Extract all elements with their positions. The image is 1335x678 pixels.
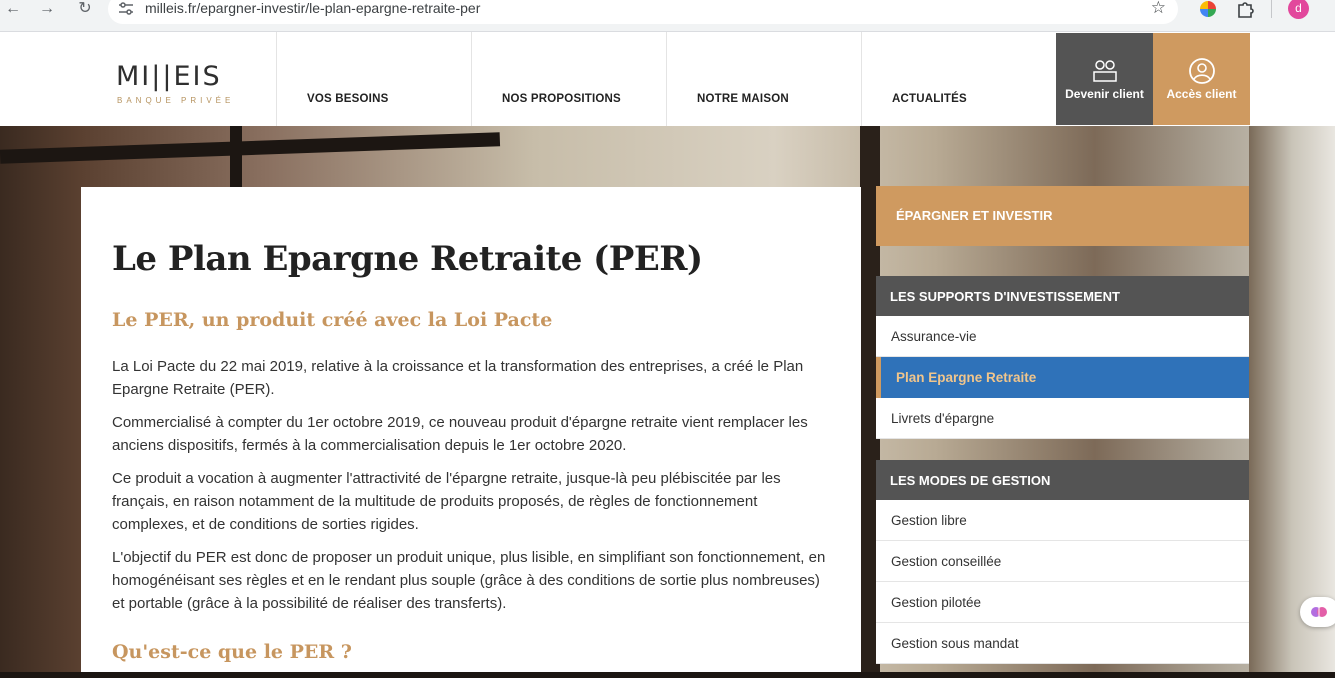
page-title: Le Plan Epargne Retraite (PER) <box>112 239 703 279</box>
sidebar-item-gestion-conseillee[interactable]: Gestion conseillée <box>876 541 1249 582</box>
nav-notre-maison[interactable]: NOTRE MAISON <box>697 93 789 105</box>
nav-vos-besoins[interactable]: VOS BESOINS <box>307 93 388 105</box>
nav-separator <box>666 32 667 126</box>
milleis-logo[interactable]: MI||EIS BANQUE PRIVÉE <box>116 61 242 109</box>
floating-assistant-button[interactable] <box>1300 597 1335 627</box>
url-text[interactable]: milleis.fr/epargner-investir/le-plan-epa… <box>145 0 480 16</box>
sidebar-item-gestion-libre[interactable]: Gestion libre <box>876 500 1249 541</box>
sidebar-item-label: Gestion sous mandat <box>891 636 1019 651</box>
logo-word: MI||EIS <box>116 61 222 92</box>
sidebar-item-label: Plan Epargne Retraite <box>896 370 1037 385</box>
nav-separator <box>861 32 862 126</box>
article-paragraph: Commercialisé à compter du 1er octobre 2… <box>112 414 808 454</box>
client-access-label: Accès client <box>1166 87 1237 101</box>
sidebar-category-epargner[interactable]: ÉPARGNER ET INVESTIR <box>876 186 1249 246</box>
back-icon[interactable]: ← <box>2 0 24 20</box>
bookmark-star-icon[interactable]: ☆ <box>1151 0 1166 18</box>
reload-icon[interactable]: ↻ <box>74 0 96 20</box>
sidebar-item-plan-epargne-retraite[interactable]: Plan Epargne Retraite <box>876 357 1249 398</box>
sidebar-group-title: LES SUPPORTS D'INVESTISSEMENT <box>890 289 1120 304</box>
page-bottom-edge <box>0 672 1335 678</box>
sidebar-item-label: Livrets d'épargne <box>891 411 995 426</box>
article-paragraph: Ce produit a vocation à augmenter l'attr… <box>112 470 781 533</box>
sidebar-item-assurance-vie[interactable]: Assurance-vie <box>876 316 1249 357</box>
section-subtitle: Qu'est-ce que le PER ? <box>112 641 352 663</box>
sidebar-group-title: LES MODES DE GESTION <box>890 473 1051 488</box>
article-card: Le Plan Epargne Retraite (PER) Le PER, u… <box>81 187 861 678</box>
sidebar-item-livrets-epargne[interactable]: Livrets d'épargne <box>876 398 1249 439</box>
brain-icon <box>1311 607 1327 617</box>
nav-separator <box>471 32 472 126</box>
sidebar-item-label: Assurance-vie <box>891 329 977 344</box>
sidebar-item-gestion-pilotee[interactable]: Gestion pilotée <box>876 582 1249 623</box>
article-paragraph: L'objectif du PER est donc de proposer u… <box>112 549 826 612</box>
beam-decor <box>230 126 242 196</box>
nav-separator <box>276 32 277 126</box>
browser-toolbar: ← → ↻ milleis.fr/epargner-investir/le-pl… <box>0 0 1335 32</box>
address-bar[interactable]: milleis.fr/epargner-investir/le-plan-epa… <box>108 0 1178 24</box>
people-icon <box>1093 60 1117 82</box>
sidebar-category-label: ÉPARGNER ET INVESTIR <box>896 208 1053 223</box>
become-client-button[interactable]: Devenir client <box>1056 33 1153 125</box>
user-circle-icon <box>1189 58 1215 84</box>
extension-colorful-icon[interactable] <box>1199 0 1217 18</box>
sidebar-item-label: Gestion libre <box>891 513 967 528</box>
sidebar-group-supports: LES SUPPORTS D'INVESTISSEMENT <box>876 276 1249 316</box>
beam-decor <box>0 132 501 164</box>
article-paragraph: La Loi Pacte du 22 mai 2019, relative à … <box>112 358 804 398</box>
logo-subtitle: BANQUE PRIVÉE <box>117 96 235 105</box>
window-decor <box>1249 126 1335 678</box>
client-access-button[interactable]: Accès client <box>1153 33 1250 125</box>
sidebar-item-label: Gestion conseillée <box>891 554 1002 569</box>
site-settings-icon[interactable] <box>118 2 134 16</box>
nav-nos-propositions[interactable]: NOS PROPOSITIONS <box>502 93 621 105</box>
toolbar-divider <box>1271 0 1272 18</box>
become-client-label: Devenir client <box>1065 87 1144 101</box>
forward-icon[interactable]: → <box>36 0 58 20</box>
section-subtitle: Le PER, un produit créé avec la Loi Pact… <box>112 309 553 331</box>
nav-actualites[interactable]: ACTUALITÉS <box>892 93 967 105</box>
sidebar-group-modes: LES MODES DE GESTION <box>876 460 1249 500</box>
extensions-puzzle-icon[interactable] <box>1236 0 1254 18</box>
site-header: MI||EIS BANQUE PRIVÉE VOS BESOINS NOS PR… <box>0 32 1335 126</box>
profile-avatar[interactable]: d <box>1288 0 1309 19</box>
sidebar-item-gestion-sous-mandat[interactable]: Gestion sous mandat <box>876 623 1249 664</box>
sidebar-item-label: Gestion pilotée <box>891 595 982 610</box>
